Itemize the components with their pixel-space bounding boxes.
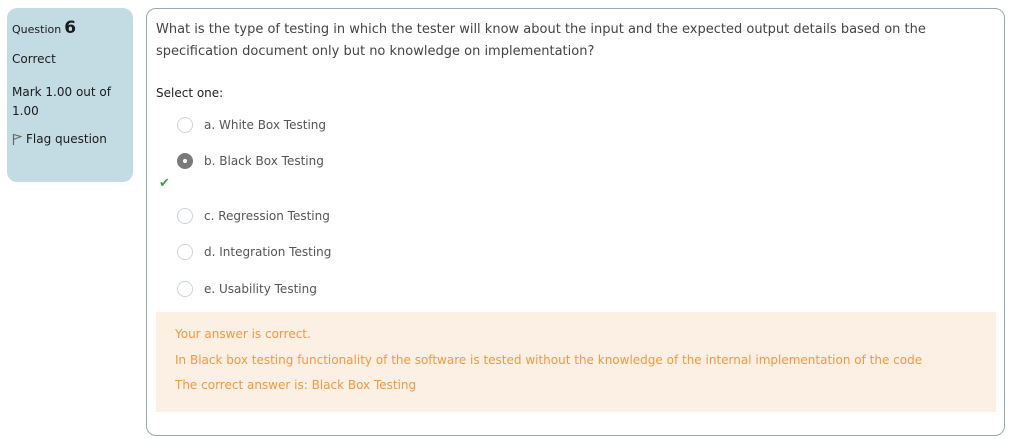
answer-option-e[interactable]: e. Usability Testing <box>177 281 317 297</box>
answer-option-d[interactable]: d. Integration Testing <box>177 244 331 260</box>
question-label: Question <box>12 23 62 36</box>
feedback-explanation: In Black box testing functionality of th… <box>175 352 923 367</box>
feedback-status: Your answer is correct. <box>175 327 311 341</box>
feedback-right-answer: The correct answer is: Black Box Testing <box>175 378 417 392</box>
answer-option-c[interactable]: c. Regression Testing <box>177 208 330 224</box>
answer-option-c-label: c. Regression Testing <box>204 209 330 223</box>
question-number-value: 6 <box>64 18 77 38</box>
flag-question-link[interactable]: Flag question <box>12 132 128 146</box>
answer-option-a[interactable]: a. White Box Testing <box>177 117 326 133</box>
answer-option-b-radio[interactable] <box>177 153 193 169</box>
answer-option-b[interactable]: b. Black Box Testing <box>177 153 324 169</box>
answer-option-d-label: d. Integration Testing <box>204 245 332 259</box>
answer-option-e-radio[interactable] <box>177 281 193 297</box>
answer-option-a-radio[interactable] <box>177 117 193 133</box>
question-state: Correct <box>12 52 56 66</box>
question-info-panel: Question 6 Correct Mark 1.00 out of 1.00… <box>7 8 133 182</box>
flag-icon <box>12 133 23 145</box>
answer-option-d-radio[interactable] <box>177 244 193 260</box>
question-text: What is the type of testing in which the… <box>156 22 926 59</box>
correct-check-icon: ✔ <box>159 176 170 191</box>
feedback-box: Your answer is correct. In Black box tes… <box>156 312 996 412</box>
answer-option-e-label: e. Usability Testing <box>204 282 317 296</box>
question-number: Question 6 <box>12 18 128 38</box>
answer-option-b-label: b. Black Box Testing <box>204 154 324 168</box>
flag-question-label: Flag question <box>26 132 107 146</box>
question-content: What is the type of testing in which the… <box>146 8 1005 436</box>
select-one-prompt: Select one: <box>156 86 224 100</box>
answer-option-c-radio[interactable] <box>177 208 193 224</box>
answer-option-a-label: a. White Box Testing <box>204 118 326 132</box>
question-grade: Mark 1.00 out of 1.00 <box>12 85 111 118</box>
